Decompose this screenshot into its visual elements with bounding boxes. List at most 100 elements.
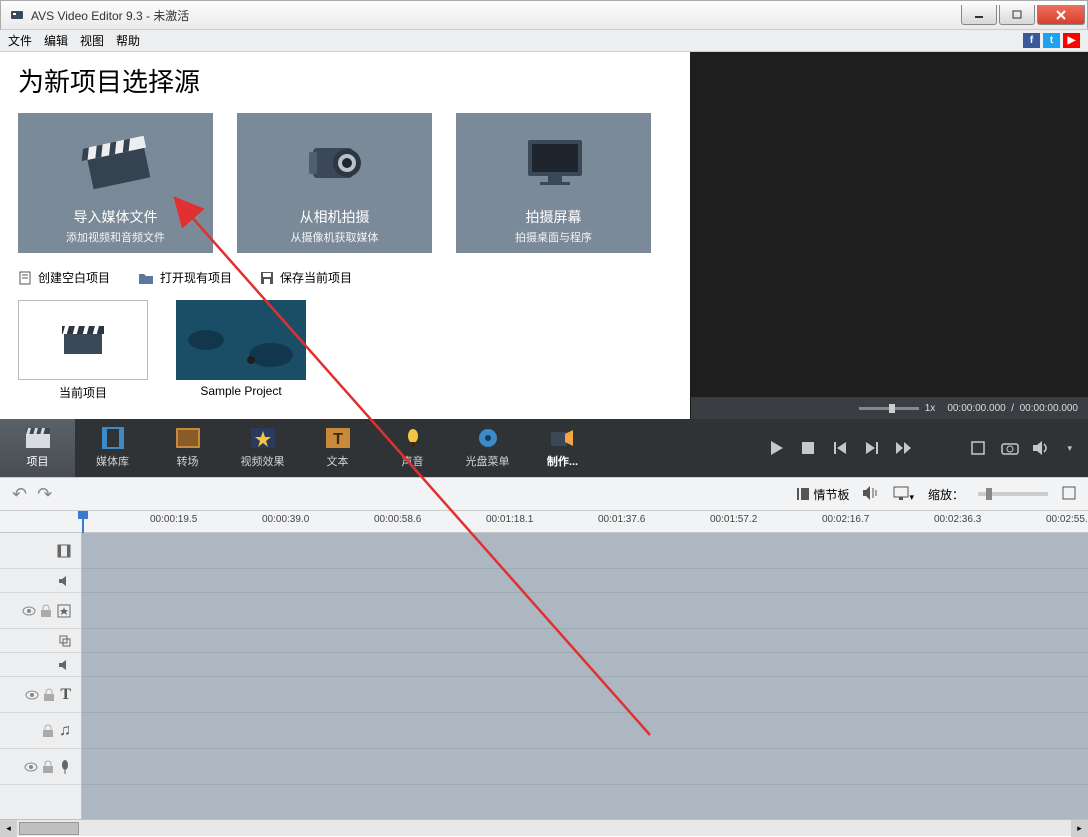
- text-icon: T: [325, 427, 351, 449]
- play-button[interactable]: [771, 441, 783, 455]
- voice-track-header[interactable]: [0, 749, 81, 785]
- scroll-left-button[interactable]: ◂: [0, 820, 17, 837]
- close-button[interactable]: [1037, 5, 1085, 25]
- open-existing-project[interactable]: 打开现有项目: [138, 269, 232, 286]
- text-icon: T: [60, 686, 71, 704]
- clapperboard-icon: [25, 427, 51, 449]
- maximize-button[interactable]: [999, 5, 1035, 25]
- app-icon: [9, 7, 25, 23]
- monitor-icon: [514, 113, 594, 207]
- mic-icon: [59, 760, 71, 774]
- audio-track-header[interactable]: ♫: [0, 713, 81, 749]
- source-heading: 为新项目选择源: [18, 62, 672, 99]
- eye-icon: [26, 689, 38, 701]
- tab-media-library[interactable]: 媒体库: [75, 419, 150, 477]
- speaker-icon: [59, 576, 71, 586]
- star-effect-icon: [250, 427, 276, 449]
- lock-icon: [44, 689, 54, 701]
- volume-button[interactable]: [1035, 441, 1049, 455]
- undo-button[interactable]: ↶: [12, 484, 27, 505]
- storyboard-button[interactable]: 情节板: [797, 486, 849, 503]
- produce-icon: [550, 427, 576, 449]
- capture-camera-sub: 从摄像机获取媒体: [291, 229, 379, 245]
- source-panel: 为新项目选择源 导入媒体文件 添加视频和音频文件 从相机拍摄 从摄像机获取媒体: [0, 52, 690, 419]
- capture-screen-sub: 拍摄桌面与程序: [515, 229, 592, 245]
- microphone-icon: [400, 427, 426, 449]
- stop-button[interactable]: [801, 441, 815, 455]
- audio-mix-button[interactable]: [863, 486, 879, 503]
- minimize-button[interactable]: [961, 5, 997, 25]
- tab-audio[interactable]: 声音: [375, 419, 450, 477]
- speaker-icon: [59, 660, 71, 670]
- capture-camera-button[interactable]: 从相机拍摄 从摄像机获取媒体: [237, 113, 432, 253]
- timeline-ruler[interactable]: 00:00:19.5 00:00:39.0 00:00:58.6 00:01:1…: [0, 511, 1088, 533]
- current-project-thumb[interactable]: 当前项目: [18, 300, 148, 401]
- fx-icon: [57, 604, 71, 618]
- tab-disc-menu[interactable]: 光盘菜单: [450, 419, 525, 477]
- timeline-tracks: T ♫: [0, 533, 1088, 830]
- text-track-header[interactable]: T: [0, 677, 81, 713]
- sample-project-thumb[interactable]: Sample Project: [176, 300, 306, 401]
- save-icon: [260, 271, 274, 285]
- scrollbar-thumb[interactable]: [19, 822, 79, 835]
- step-button[interactable]: [897, 441, 911, 455]
- video-track-header[interactable]: [0, 533, 81, 569]
- overlay-track-header[interactable]: [0, 629, 81, 653]
- tab-text[interactable]: T 文本: [300, 419, 375, 477]
- video-audio-header[interactable]: [0, 569, 81, 593]
- timeline-hscrollbar[interactable]: ◂ ▸: [0, 819, 1088, 836]
- fullscreen-button[interactable]: [971, 441, 985, 455]
- zoom-label: 缩放：: [928, 486, 964, 503]
- window-title: AVS Video Editor 9.3 - 未激活: [31, 7, 189, 24]
- timeline-body[interactable]: [82, 533, 1088, 830]
- twitter-icon[interactable]: t: [1043, 33, 1060, 48]
- facebook-icon[interactable]: f: [1023, 33, 1040, 48]
- preview-timecode: 00:00:00.000 / 00:00:00.000: [947, 403, 1078, 414]
- menu-edit[interactable]: 编辑: [44, 32, 68, 49]
- tab-project[interactable]: 项目: [0, 419, 75, 477]
- import-media-title: 导入媒体文件: [74, 207, 158, 227]
- import-media-button[interactable]: 导入媒体文件 添加视频和音频文件: [18, 113, 213, 253]
- timeline-zoom-slider[interactable]: [978, 492, 1048, 496]
- snapshot-button[interactable]: [1003, 441, 1017, 455]
- preview-screen[interactable]: [691, 52, 1088, 397]
- menu-help[interactable]: 帮助: [116, 32, 140, 49]
- tabs-bar: 项目 媒体库 转场 视频效果 T 文本 声音 光盘菜单 制作... ▾: [0, 419, 1088, 477]
- storyboard-icon: [797, 488, 809, 500]
- chevron-down-icon[interactable]: ▾: [1067, 443, 1072, 454]
- import-media-sub: 添加视频和音频文件: [66, 229, 165, 245]
- new-blank-project[interactable]: 创建空白项目: [18, 269, 110, 286]
- capture-camera-title: 从相机拍摄: [300, 207, 370, 227]
- zoom-fit-button[interactable]: [1062, 486, 1076, 503]
- disc-icon: [475, 427, 501, 449]
- clapperboard-icon: [76, 113, 156, 207]
- tab-video-effects[interactable]: 视频效果: [225, 419, 300, 477]
- overlay-icon: [59, 635, 71, 647]
- folder-icon: [138, 271, 154, 285]
- tab-produce[interactable]: 制作...: [525, 419, 600, 477]
- scroll-right-button[interactable]: ▸: [1071, 820, 1088, 837]
- capture-screen-button[interactable]: 拍摄屏幕 拍摄桌面与程序: [456, 113, 651, 253]
- lock-icon: [43, 725, 53, 737]
- redo-button[interactable]: ↷: [37, 484, 52, 505]
- window-titlebar: AVS Video Editor 9.3 - 未激活: [0, 0, 1088, 30]
- preview-panel: 1x 00:00:00.000 / 00:00:00.000: [690, 52, 1088, 419]
- camcorder-icon: [295, 113, 375, 207]
- effects-track-header[interactable]: [0, 593, 81, 629]
- lock-icon: [43, 761, 53, 773]
- prev-button[interactable]: [833, 441, 847, 455]
- overlay-audio-header[interactable]: [0, 653, 81, 677]
- document-icon: [18, 271, 32, 285]
- menu-file[interactable]: 文件: [8, 32, 32, 49]
- display-settings-button[interactable]: ▾: [893, 486, 914, 503]
- clapperboard-icon: [58, 322, 108, 358]
- save-current-project[interactable]: 保存当前项目: [260, 269, 352, 286]
- youtube-icon[interactable]: ▶: [1063, 33, 1080, 48]
- tab-transitions[interactable]: 转场: [150, 419, 225, 477]
- next-button[interactable]: [865, 441, 879, 455]
- preview-zoom-slider[interactable]: 1x: [859, 403, 936, 414]
- menu-view[interactable]: 视图: [80, 32, 104, 49]
- music-icon: ♫: [59, 722, 71, 740]
- timeline-toolbar: ↶ ↷ 情节板 ▾ 缩放：: [0, 477, 1088, 511]
- eye-icon: [23, 605, 35, 617]
